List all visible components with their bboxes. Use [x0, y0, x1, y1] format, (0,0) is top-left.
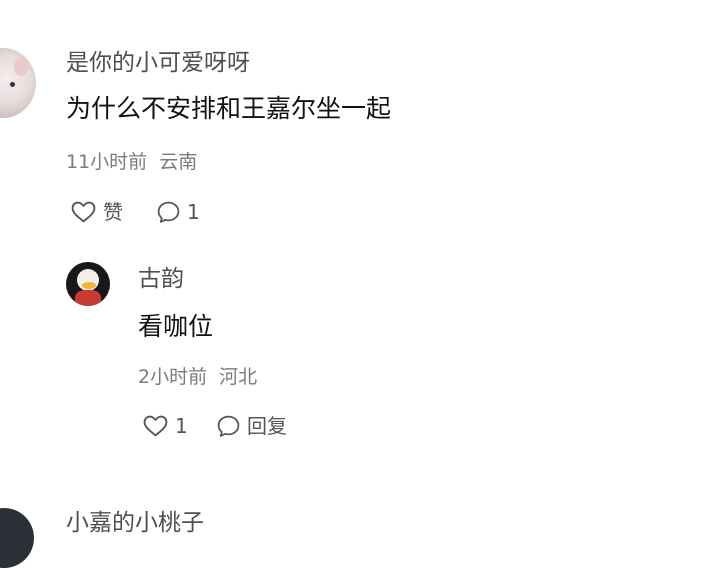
- comment-username[interactable]: 小嘉的小桃子: [66, 512, 204, 535]
- reply-count: 1: [187, 200, 200, 224]
- reply-meta: 2小时前 河北: [138, 368, 257, 387]
- reply-location: 河北: [219, 366, 258, 388]
- avatar-eye-decoration: [10, 82, 15, 87]
- like-label: 赞: [103, 199, 123, 224]
- comment-location: 云南: [159, 151, 198, 173]
- avatar-ear-decoration: [14, 58, 28, 76]
- comment-time: 11小时前: [66, 151, 148, 173]
- reply-button[interactable]: 回复: [216, 414, 287, 438]
- avatar-beak-decoration: [82, 282, 96, 289]
- heart-outline-icon: [142, 414, 169, 437]
- speech-bubble-icon: [156, 200, 181, 224]
- avatar-body-decoration: [75, 290, 101, 306]
- reply-username[interactable]: 古韵: [138, 268, 184, 291]
- avatar[interactable]: [0, 48, 36, 118]
- avatar[interactable]: [0, 508, 34, 568]
- reply-time: 2小时前: [138, 366, 208, 388]
- comment-text: 为什么不安排和王嘉尔坐一起: [66, 94, 392, 123]
- heart-outline-icon: [70, 200, 97, 223]
- comment-meta: 11小时前 云南: [66, 153, 197, 172]
- comment-username[interactable]: 是你的小可爱呀呀: [66, 52, 250, 75]
- reply-label: 回复: [247, 414, 287, 438]
- reply-text: 看咖位: [138, 312, 214, 341]
- reply-like-count: 1: [175, 413, 188, 438]
- reply-avatar[interactable]: [66, 262, 110, 306]
- like-button[interactable]: 赞: [70, 200, 123, 223]
- comment-reply-count-button[interactable]: 1: [156, 200, 200, 224]
- speech-bubble-icon: [216, 414, 241, 438]
- reply-like-button[interactable]: 1: [142, 414, 188, 437]
